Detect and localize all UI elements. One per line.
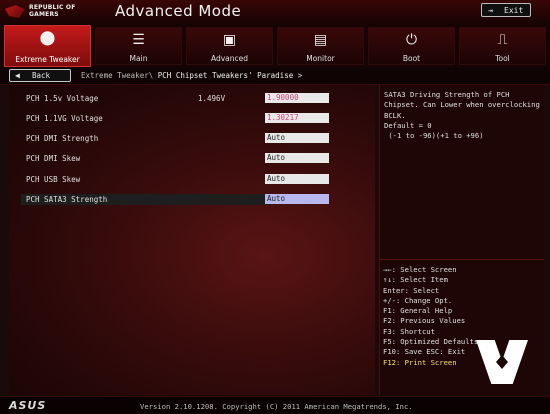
key-hint: +/-: Change Opt. <box>383 295 453 305</box>
rog-eye-icon <box>5 5 25 18</box>
tab-main[interactable]: ☰ Main <box>95 27 182 65</box>
key-hint: F2: Previous Values <box>383 316 466 326</box>
setting-label: PCH DMI Skew <box>26 154 81 163</box>
setting-label: PCH SATA3 Strength <box>26 195 108 204</box>
exit-button[interactable]: ⇥ Exit <box>481 3 531 17</box>
option-select[interactable]: Auto <box>265 133 329 143</box>
setting-label: PCH USB Skew <box>26 175 81 184</box>
back-button[interactable]: ◀ Back <box>9 69 71 82</box>
header-bar: REPUBLIC OF GAMERS Advanced Mode ⇥ Exit <box>0 0 550 25</box>
setting-row-pch-usb-skew[interactable]: PCH USB Skew Auto <box>9 174 375 185</box>
key-legend: →←: Select Screen ↑↓: Select Item Enter:… <box>383 265 478 368</box>
setting-row-pch-dmi-skew[interactable]: PCH DMI Skew Auto <box>9 153 375 164</box>
exit-label: Exit <box>504 6 524 15</box>
option-select[interactable]: Auto <box>265 174 329 184</box>
exit-icon: ⇥ <box>488 6 493 15</box>
key-hint: F3: Shortcut <box>383 326 435 336</box>
tool-icon: ⎍ <box>497 32 508 48</box>
page-title: Advanced Mode <box>115 2 242 20</box>
setting-label: PCH 1.5v Voltage <box>26 94 99 103</box>
voltage-input[interactable]: 1.90000 <box>265 93 329 103</box>
setting-row-pch-dmi-strength[interactable]: PCH DMI Strength Auto <box>9 133 375 144</box>
tweaker-icon: ⬤ <box>39 30 56 46</box>
help-divider <box>380 259 544 260</box>
tab-extreme-tweaker[interactable]: ⬤ Extreme Tweaker <box>4 25 91 67</box>
key-hint: F12: Print Screen <box>383 357 457 367</box>
tab-label: Main <box>129 54 148 63</box>
version-text: Version 2.10.1208. Copyright (C) 2011 Am… <box>140 402 413 411</box>
key-hint: F5: Optimized Defaults <box>383 337 479 347</box>
setting-row-pch-1-5v-voltage[interactable]: PCH 1.5v Voltage 1.496V 1.90000 <box>9 93 375 104</box>
option-select[interactable]: Auto <box>265 194 329 204</box>
tab-label: Monitor <box>306 54 335 63</box>
tab-boot[interactable]: ⏻ Boot <box>368 27 455 65</box>
back-arrow-icon: ◀ <box>15 71 20 80</box>
back-label: Back <box>32 71 51 80</box>
footer-bar: ASUS Version 2.10.1208. Copyright (C) 20… <box>0 396 550 414</box>
monitor-icon: ▤ <box>313 32 328 48</box>
tab-bar: ⬤ Extreme Tweaker ☰ Main ▣ Advanced ▤ Mo… <box>0 24 550 67</box>
tab-label: Extreme Tweaker <box>15 55 80 64</box>
tab-tool[interactable]: ⎍ Tool <box>459 27 546 65</box>
help-description: SATA3 Driving Strength of PCH Chipset. C… <box>384 90 540 141</box>
breadcrumb: ◀ Back Extreme Tweaker\ PCH Chipset Twea… <box>0 67 550 85</box>
chip-icon: ▣ <box>222 32 237 48</box>
setting-label: PCH DMI Strength <box>26 134 99 143</box>
setting-row-pch-1-1vg-voltage[interactable]: PCH 1.1VG Voltage 1.30217 <box>9 113 375 124</box>
voltage-input[interactable]: 1.30217 <box>265 113 329 123</box>
breadcrumb-current: PCH Chipset Tweakers' Paradise > <box>157 71 303 80</box>
settings-panel: PCH 1.5v Voltage 1.496V 1.90000 PCH 1.1V… <box>9 85 375 395</box>
tab-advanced[interactable]: ▣ Advanced <box>186 27 273 65</box>
logo-line1: REPUBLIC OF <box>29 4 76 11</box>
list-icon: ☰ <box>132 32 145 48</box>
breadcrumb-parent[interactable]: Extreme Tweaker\ <box>81 71 153 80</box>
key-hint: F10: Save ESC: Exit <box>383 347 466 357</box>
rog-logo: REPUBLIC OF GAMERS <box>5 3 100 21</box>
tab-label: Boot <box>402 54 421 63</box>
key-hint: →←: Select Screen <box>383 265 457 274</box>
watermark-logo <box>476 340 528 384</box>
tab-label: Tool <box>495 54 510 63</box>
key-hint: F1: General Help <box>383 306 453 316</box>
rog-logo-text: REPUBLIC OF GAMERS <box>29 4 76 18</box>
key-hint: ↑↓: Select Item <box>383 275 448 285</box>
tab-monitor[interactable]: ▤ Monitor <box>277 27 364 65</box>
option-select[interactable]: Auto <box>265 153 329 163</box>
breadcrumb-path: Extreme Tweaker\ PCH Chipset Tweakers' P… <box>81 71 302 80</box>
logo-line2: GAMERS <box>29 11 59 18</box>
tab-label: Advanced <box>210 54 249 63</box>
current-value: 1.496V <box>198 94 226 103</box>
setting-label: PCH 1.1VG Voltage <box>26 114 103 123</box>
setting-row-pch-sata3-strength[interactable]: PCH SATA3 Strength Auto <box>21 194 329 205</box>
power-icon: ⏻ <box>405 32 418 48</box>
key-hint: Enter: Select <box>383 285 440 295</box>
asus-logo: ASUS <box>9 399 47 412</box>
